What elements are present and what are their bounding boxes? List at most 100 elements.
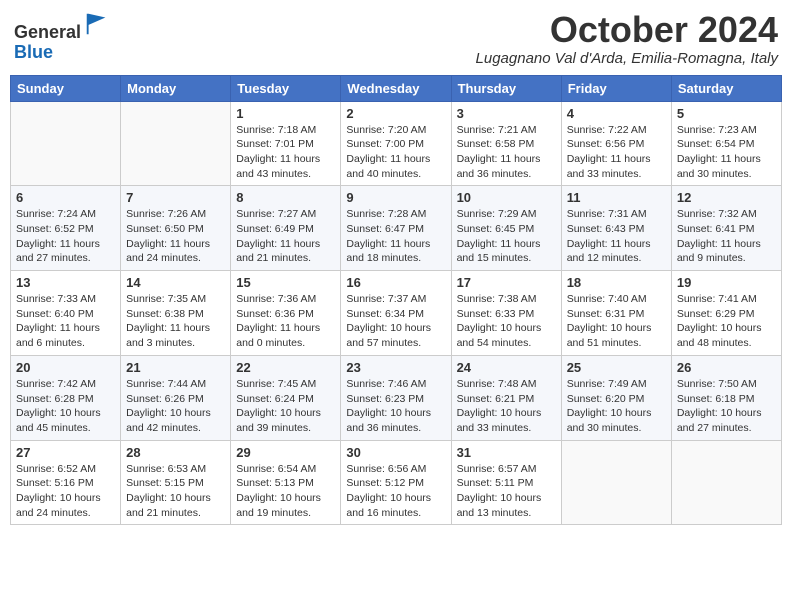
- sunrise-text: Sunrise: 7:50 AM: [677, 377, 776, 392]
- daylight-text: Daylight: 10 hours and 30 minutes.: [567, 406, 666, 435]
- day-info: Sunrise: 7:27 AMSunset: 6:49 PMDaylight:…: [236, 207, 335, 266]
- calendar-cell: 31Sunrise: 6:57 AMSunset: 5:11 PMDayligh…: [451, 440, 561, 525]
- sunrise-text: Sunrise: 7:28 AM: [346, 207, 445, 222]
- sunrise-text: Sunrise: 7:21 AM: [457, 123, 556, 138]
- calendar-cell: 22Sunrise: 7:45 AMSunset: 6:24 PMDayligh…: [231, 355, 341, 440]
- daylight-text: Daylight: 10 hours and 39 minutes.: [236, 406, 335, 435]
- sunset-text: Sunset: 6:49 PM: [236, 222, 335, 237]
- sunrise-text: Sunrise: 7:31 AM: [567, 207, 666, 222]
- day-info: Sunrise: 6:54 AMSunset: 5:13 PMDaylight:…: [236, 462, 335, 521]
- sunrise-text: Sunrise: 7:27 AM: [236, 207, 335, 222]
- day-info: Sunrise: 7:36 AMSunset: 6:36 PMDaylight:…: [236, 292, 335, 351]
- logo-flag-icon: [83, 10, 111, 38]
- day-number: 16: [346, 275, 445, 290]
- sunrise-text: Sunrise: 6:54 AM: [236, 462, 335, 477]
- calendar-cell: [561, 440, 671, 525]
- sunset-text: Sunset: 7:00 PM: [346, 137, 445, 152]
- day-number: 15: [236, 275, 335, 290]
- day-number: 30: [346, 445, 445, 460]
- weekday-header: Monday: [121, 75, 231, 101]
- day-number: 28: [126, 445, 225, 460]
- day-info: Sunrise: 7:38 AMSunset: 6:33 PMDaylight:…: [457, 292, 556, 351]
- sunset-text: Sunset: 6:40 PM: [16, 307, 115, 322]
- calendar-cell: 29Sunrise: 6:54 AMSunset: 5:13 PMDayligh…: [231, 440, 341, 525]
- sunset-text: Sunset: 6:52 PM: [16, 222, 115, 237]
- day-number: 10: [457, 190, 556, 205]
- sunrise-text: Sunrise: 7:40 AM: [567, 292, 666, 307]
- daylight-text: Daylight: 11 hours and 30 minutes.: [677, 152, 776, 181]
- sunrise-text: Sunrise: 7:36 AM: [236, 292, 335, 307]
- daylight-text: Daylight: 10 hours and 33 minutes.: [457, 406, 556, 435]
- day-info: Sunrise: 7:33 AMSunset: 6:40 PMDaylight:…: [16, 292, 115, 351]
- day-number: 11: [567, 190, 666, 205]
- calendar-cell: 14Sunrise: 7:35 AMSunset: 6:38 PMDayligh…: [121, 271, 231, 356]
- sunset-text: Sunset: 6:24 PM: [236, 392, 335, 407]
- calendar-cell: 8 Sunrise: 7:27 AMSunset: 6:49 PMDaylight…: [231, 186, 341, 271]
- sunset-text: Sunset: 6:41 PM: [677, 222, 776, 237]
- daylight-text: Daylight: 10 hours and 16 minutes.: [346, 491, 445, 520]
- calendar-cell: [671, 440, 781, 525]
- daylight-text: Daylight: 11 hours and 24 minutes.: [126, 237, 225, 266]
- calendar-cell: 30 Sunrise: 6:56 AMSunset: 5:12 PMDayligh…: [341, 440, 451, 525]
- calendar-week-row: 6Sunrise: 7:24 AMSunset: 6:52 PMDaylight…: [11, 186, 782, 271]
- calendar-cell: 28Sunrise: 6:53 AMSunset: 5:15 PMDayligh…: [121, 440, 231, 525]
- daylight-text: Daylight: 10 hours and 19 minutes.: [236, 491, 335, 520]
- day-number: 4: [567, 106, 666, 121]
- day-number: 2: [346, 106, 445, 121]
- day-info: Sunrise: 7:20 AMSunset: 7:00 PMDaylight:…: [346, 123, 445, 182]
- day-info: Sunrise: 7:29 AMSunset: 6:45 PMDaylight:…: [457, 207, 556, 266]
- day-info: Sunrise: 7:46 AMSunset: 6:23 PMDaylight:…: [346, 377, 445, 436]
- sunrise-text: Sunrise: 7:44 AM: [126, 377, 225, 392]
- sunset-text: Sunset: 6:36 PM: [236, 307, 335, 322]
- day-info: Sunrise: 7:32 AMSunset: 6:41 PMDaylight:…: [677, 207, 776, 266]
- calendar-cell: 1Sunrise: 7:18 AMSunset: 7:01 PMDaylight…: [231, 101, 341, 186]
- sunset-text: Sunset: 6:20 PM: [567, 392, 666, 407]
- daylight-text: Daylight: 10 hours and 54 minutes.: [457, 321, 556, 350]
- calendar-cell: 4Sunrise: 7:22 AMSunset: 6:56 PMDaylight…: [561, 101, 671, 186]
- calendar-week-row: 20Sunrise: 7:42 AMSunset: 6:28 PMDayligh…: [11, 355, 782, 440]
- calendar-cell: 27Sunrise: 6:52 AMSunset: 5:16 PMDayligh…: [11, 440, 121, 525]
- sunrise-text: Sunrise: 7:35 AM: [126, 292, 225, 307]
- day-number: 6: [16, 190, 115, 205]
- calendar-week-row: 1Sunrise: 7:18 AMSunset: 7:01 PMDaylight…: [11, 101, 782, 186]
- calendar-cell: 10 Sunrise: 7:29 AMSunset: 6:45 PMDayligh…: [451, 186, 561, 271]
- daylight-text: Daylight: 10 hours and 51 minutes.: [567, 321, 666, 350]
- daylight-text: Daylight: 10 hours and 57 minutes.: [346, 321, 445, 350]
- sunset-text: Sunset: 5:13 PM: [236, 476, 335, 491]
- calendar-cell: 17Sunrise: 7:38 AMSunset: 6:33 PMDayligh…: [451, 271, 561, 356]
- day-number: 19: [677, 275, 776, 290]
- day-info: Sunrise: 7:41 AMSunset: 6:29 PMDaylight:…: [677, 292, 776, 351]
- sunset-text: Sunset: 6:31 PM: [567, 307, 666, 322]
- daylight-text: Daylight: 11 hours and 27 minutes.: [16, 237, 115, 266]
- sunrise-text: Sunrise: 6:57 AM: [457, 462, 556, 477]
- day-info: Sunrise: 6:56 AMSunset: 5:12 PMDaylight:…: [346, 462, 445, 521]
- daylight-text: Daylight: 10 hours and 36 minutes.: [346, 406, 445, 435]
- sunset-text: Sunset: 6:18 PM: [677, 392, 776, 407]
- sunrise-text: Sunrise: 7:18 AM: [236, 123, 335, 138]
- logo-blue: Blue: [14, 42, 53, 62]
- sunrise-text: Sunrise: 7:45 AM: [236, 377, 335, 392]
- sunrise-text: Sunrise: 7:32 AM: [677, 207, 776, 222]
- sunrise-text: Sunrise: 7:22 AM: [567, 123, 666, 138]
- day-info: Sunrise: 7:23 AMSunset: 6:54 PMDaylight:…: [677, 123, 776, 182]
- sunrise-text: Sunrise: 6:53 AM: [126, 462, 225, 477]
- sunset-text: Sunset: 6:33 PM: [457, 307, 556, 322]
- weekday-header: Thursday: [451, 75, 561, 101]
- daylight-text: Daylight: 11 hours and 21 minutes.: [236, 237, 335, 266]
- day-info: Sunrise: 7:28 AMSunset: 6:47 PMDaylight:…: [346, 207, 445, 266]
- day-info: Sunrise: 7:35 AMSunset: 6:38 PMDaylight:…: [126, 292, 225, 351]
- sunset-text: Sunset: 5:15 PM: [126, 476, 225, 491]
- calendar-cell: 9Sunrise: 7:28 AMSunset: 6:47 PMDaylight…: [341, 186, 451, 271]
- calendar-cell: 11Sunrise: 7:31 AMSunset: 6:43 PMDayligh…: [561, 186, 671, 271]
- day-number: 18: [567, 275, 666, 290]
- sunrise-text: Sunrise: 7:24 AM: [16, 207, 115, 222]
- month-title: October 2024: [476, 10, 778, 50]
- sunset-text: Sunset: 6:26 PM: [126, 392, 225, 407]
- sunrise-text: Sunrise: 7:41 AM: [677, 292, 776, 307]
- logo: General Blue: [14, 10, 111, 63]
- calendar-cell: 26Sunrise: 7:50 AMSunset: 6:18 PMDayligh…: [671, 355, 781, 440]
- sunset-text: Sunset: 6:21 PM: [457, 392, 556, 407]
- day-number: 8: [236, 190, 335, 205]
- calendar-cell: 13Sunrise: 7:33 AMSunset: 6:40 PMDayligh…: [11, 271, 121, 356]
- sunrise-text: Sunrise: 7:38 AM: [457, 292, 556, 307]
